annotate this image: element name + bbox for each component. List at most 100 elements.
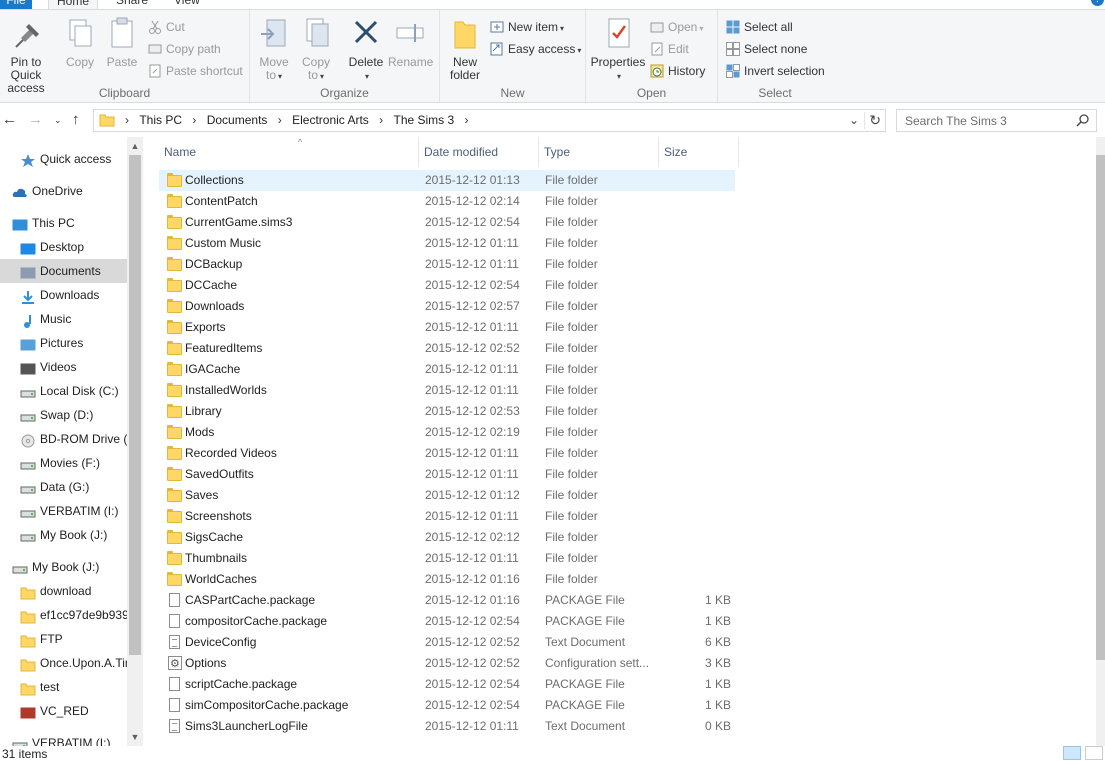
sidebar-item[interactable]: My Book (J:) [0, 523, 127, 547]
table-row[interactable]: Recorded Videos 2015-12-12 01:11 File fold… [159, 443, 735, 464]
sidebar-item[interactable]: Downloads [0, 283, 127, 307]
pin-to-quick-access-button[interactable]: Pin to Quick access [0, 16, 56, 95]
copy-path-button[interactable]: Copy path [148, 40, 221, 58]
sidebar-item[interactable]: VERBATIM (I:) [0, 731, 127, 746]
scroll-up-arrow-icon[interactable]: ▲ [127, 141, 143, 151]
scroll-down-arrow-icon[interactable]: ▼ [127, 732, 143, 742]
sidebar-item[interactable]: Videos [0, 355, 127, 379]
table-row[interactable]: Library 2015-12-12 02:53 File folder [159, 401, 735, 422]
recent-locations-chevron-icon[interactable]: ⌄ [54, 115, 62, 126]
table-row[interactable]: FeaturedItems 2015-12-12 02:52 File folder [159, 338, 735, 359]
table-row[interactable]: SavedOutfits 2015-12-12 01:11 File folder [159, 464, 735, 485]
table-row[interactable]: Mods 2015-12-12 02:19 File folder [159, 422, 735, 443]
table-row[interactable]: scriptCache.package 2015-12-12 02:54 PACKA… [159, 674, 735, 695]
copy-button[interactable]: Copy [62, 16, 98, 69]
sidebar-item[interactable]: ef1cc97de9b939c [0, 603, 127, 627]
breadcrumb-this-pc[interactable]: This PC [135, 113, 186, 127]
table-row[interactable]: SigsCache 2015-12-12 02:12 File folder [159, 527, 735, 548]
sidebar-item[interactable]: Swap (D:) [0, 403, 127, 427]
table-row[interactable]: Options 2015-12-12 02:52 Configuration set… [159, 653, 735, 675]
new-folder-button[interactable]: New folder [446, 16, 484, 82]
table-row[interactable]: CurrentGame.sims3 2015-12-12 02:54 File fo… [159, 212, 735, 233]
breadcrumb-separator-icon[interactable]: › [189, 113, 199, 127]
sidebar-item[interactable]: Movies (F:) [0, 451, 127, 475]
column-header-date[interactable]: Date modified [419, 137, 539, 167]
breadcrumb-separator-icon[interactable]: › [122, 113, 132, 127]
delete-button[interactable]: Delete ▾ [346, 16, 386, 83]
table-row[interactable]: DeviceConfig 2015-12-12 02:52 Text Documen… [159, 632, 735, 653]
sidebar-item[interactable]: Once.Upon.A.Tim [0, 651, 127, 675]
sidebar-item[interactable]: test [0, 675, 127, 699]
forward-arrow-icon[interactable]: → [28, 111, 43, 128]
table-row[interactable]: Downloads 2015-12-12 02:57 File folder [159, 296, 735, 317]
sidebar-item[interactable]: download [0, 579, 127, 603]
search-input[interactable]: Search The Sims 3 [896, 109, 1097, 132]
navigation-scrollbar[interactable]: ▲ ▼ [127, 137, 143, 746]
help-icon[interactable]: ? [1091, 0, 1104, 6]
table-row[interactable]: InstalledWorlds 2015-12-12 01:11 File fold… [159, 380, 735, 401]
details-view-icon[interactable] [1063, 746, 1081, 760]
rename-button[interactable]: Rename [388, 16, 433, 69]
edit-button[interactable]: Edit [650, 40, 689, 58]
properties-button[interactable]: Properties ▾ [590, 16, 646, 83]
breadcrumb-separator-icon[interactable]: › [376, 113, 386, 127]
tab-home[interactable]: Home [48, 0, 98, 9]
navigation-scrollbar-thumb[interactable] [129, 155, 141, 655]
sidebar-item[interactable]: Music [0, 307, 127, 331]
back-arrow-icon[interactable]: ← [2, 111, 17, 128]
paste-shortcut-button[interactable]: Paste shortcut [148, 62, 243, 80]
table-row[interactable]: Exports 2015-12-12 01:11 File folder [159, 317, 735, 338]
column-header-size[interactable]: Size [659, 137, 739, 167]
sidebar-item[interactable]: BD-ROM Drive (E [0, 427, 127, 451]
table-row[interactable]: DCCache 2015-12-12 02:54 File folder [159, 275, 735, 296]
minimize-ribbon-icon[interactable]: ⌃ [1072, 0, 1083, 9]
sidebar-item[interactable]: My Book (J:) [0, 555, 127, 579]
breadcrumb-electronic-arts[interactable]: Electronic Arts [288, 113, 373, 127]
sidebar-item[interactable]: Local Disk (C:) [0, 379, 127, 403]
invert-selection-button[interactable]: Invert selection [726, 62, 825, 80]
table-row[interactable]: compositorCache.package 2015-12-12 02:54 P… [159, 611, 735, 632]
tab-file[interactable]: File [0, 0, 32, 9]
sidebar-item[interactable]: VC_RED [0, 699, 127, 723]
cut-button[interactable]: Cut [148, 18, 185, 36]
open-button[interactable]: Open ▾ [650, 18, 703, 36]
sidebar-item[interactable]: Pictures [0, 331, 127, 355]
breadcrumb-separator-icon[interactable]: › [462, 113, 472, 127]
table-row[interactable]: simCompositorCache.package 2015-12-12 02:… [159, 695, 735, 716]
address-dropdown-chevron-icon[interactable]: ⌄ [849, 113, 859, 127]
select-none-button[interactable]: Select none [726, 40, 807, 58]
history-button[interactable]: History [650, 62, 705, 80]
tab-share[interactable]: Share [116, 0, 148, 9]
file-list-scrollbar[interactable] [1096, 137, 1105, 746]
table-row[interactable]: DCBackup 2015-12-12 01:11 File folder [159, 254, 735, 275]
table-row[interactable]: Saves 2015-12-12 01:12 File folder [159, 485, 735, 506]
table-row[interactable]: Custom Music 2015-12-12 01:11 File folder [159, 233, 735, 254]
address-bar[interactable]: › This PC › Documents › Electronic Arts … [93, 109, 886, 132]
file-list-scrollbar-thumb[interactable] [1096, 155, 1105, 660]
sidebar-item[interactable]: VERBATIM (I:) [0, 499, 127, 523]
breadcrumb-the-sims-3[interactable]: The Sims 3 [390, 113, 459, 127]
large-icons-view-icon[interactable] [1085, 746, 1103, 760]
easy-access-button[interactable]: Easy access ▾ [490, 40, 581, 58]
sidebar-item[interactable]: OneDrive [0, 179, 127, 203]
table-row[interactable]: IGACache 2015-12-12 01:11 File folder [159, 359, 735, 380]
sidebar-item[interactable]: This PC [0, 211, 127, 235]
up-arrow-icon[interactable]: ↑ [72, 111, 80, 128]
table-row[interactable]: ContentPatch 2015-12-12 02:14 File folder [159, 191, 735, 212]
table-row[interactable]: Screenshots 2015-12-12 01:11 File folder [159, 506, 735, 527]
table-row[interactable]: Sims3LauncherLogFile 2015-12-12 01:11 Text… [159, 716, 735, 737]
sidebar-item[interactable]: Data (G:) [0, 475, 127, 499]
sidebar-item[interactable]: Quick access [0, 147, 127, 171]
table-row[interactable]: Thumbnails 2015-12-12 01:11 File folder [159, 548, 735, 569]
new-item-button[interactable]: New item ▾ [490, 18, 564, 36]
copy-to-button[interactable]: Copy to ▾ [298, 16, 334, 83]
sidebar-item[interactable]: Documents [0, 259, 127, 283]
sidebar-item[interactable]: Desktop [0, 235, 127, 259]
paste-button[interactable]: Paste [104, 16, 140, 69]
column-header-type[interactable]: Type [539, 137, 659, 167]
table-row[interactable]: Collections 2015-12-12 01:13 File folder [159, 170, 735, 191]
table-row[interactable]: WorldCaches 2015-12-12 01:16 File folder [159, 569, 735, 590]
table-row[interactable]: CASPartCache.package 2015-12-12 01:16 PACK… [159, 590, 735, 611]
breadcrumb-documents[interactable]: Documents [203, 113, 272, 127]
move-to-button[interactable]: Move to ▾ [256, 16, 292, 83]
